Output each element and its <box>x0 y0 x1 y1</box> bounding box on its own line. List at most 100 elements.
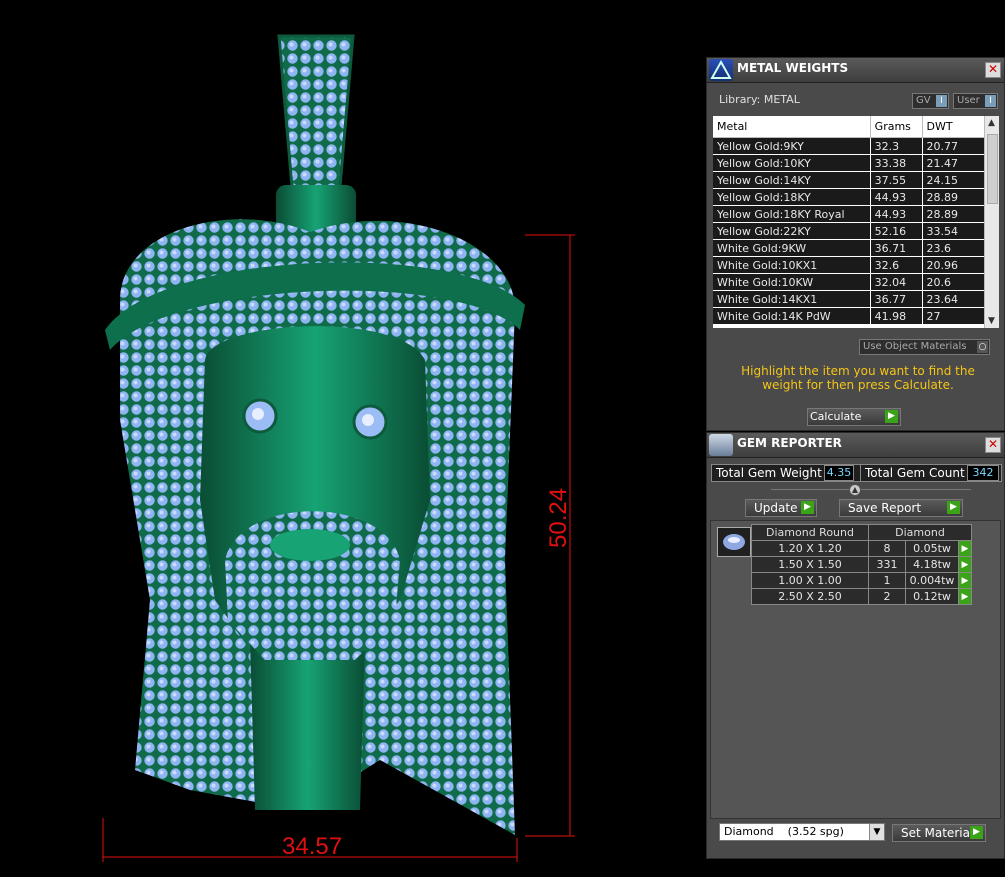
column-header-grams[interactable]: Grams <box>870 116 923 138</box>
play-icon[interactable]: ▶ <box>958 572 972 589</box>
dwt: 28.89 <box>922 205 986 223</box>
gem-weight: 0.004tw <box>905 572 959 589</box>
table-row[interactable]: 1.50 X 1.50 331 4.18tw ▶ <box>751 556 972 573</box>
grams: 41.98 <box>870 307 923 325</box>
table-row[interactable]: White Gold:14K PdW 41.98 27 <box>713 307 986 325</box>
table-row[interactable]: White Gold:14KX1 36.77 23.64 <box>713 290 986 308</box>
user-toggle[interactable]: User I <box>953 93 998 109</box>
metal-weights-panel: METAL WEIGHTS ✕ Library: METAL GV I User… <box>706 57 1005 431</box>
play-icon: ▶ <box>801 501 814 514</box>
scroll-down-icon[interactable]: ▼ <box>988 316 995 326</box>
gem-table[interactable]: Diamond Round Diamond 1.20 X 1.20 8 0.05tw… <box>751 524 972 605</box>
close-icon[interactable]: ✕ <box>985 437 1001 453</box>
column-header-dwt[interactable]: DWT <box>922 116 986 138</box>
gem-size: 1.20 X 1.20 <box>751 540 869 557</box>
diamond-round-thumbnail-icon <box>717 527 751 557</box>
3d-viewport[interactable]: 34.57 50.24 <box>0 0 700 874</box>
table-row[interactable]: White Gold:10KX1 32.6 20.96 <box>713 256 986 274</box>
play-icon[interactable]: ▶ <box>958 588 972 605</box>
play-icon[interactable]: ▶ <box>958 556 972 573</box>
collapse-icon[interactable]: ▲ <box>849 484 861 496</box>
metal-table[interactable]: Metal Grams DWT Yellow Gold:9KY 32.3 20.77… <box>713 116 999 328</box>
metal-name: Yellow Gold:22KY <box>713 222 871 240</box>
total-gem-count-value: 342 <box>967 465 999 481</box>
gem-weight: 4.18tw <box>905 556 959 573</box>
metal-weights-titlebar[interactable]: METAL WEIGHTS ✕ <box>707 58 1004 83</box>
dwt: 28.89 <box>922 188 986 206</box>
gem-reporter-titlebar[interactable]: GEM REPORTER ✕ <box>707 433 1004 458</box>
user-label: User <box>957 95 980 106</box>
gem-size: 2.50 X 2.50 <box>751 588 869 605</box>
table-row[interactable]: Yellow Gold:9KY 32.3 20.77 <box>713 137 986 155</box>
gem-reporter-title: GEM REPORTER <box>737 436 842 450</box>
dwt: 20.96 <box>922 256 986 274</box>
scroll-thumb[interactable] <box>987 134 998 204</box>
metal-name: White Gold:10KX1 <box>713 256 871 274</box>
update-button[interactable]: Update ▶ <box>745 499 817 517</box>
table-row[interactable]: 2.50 X 2.50 2 0.12tw ▶ <box>751 588 972 605</box>
hint-text: Highlight the item you want to find the … <box>741 364 975 392</box>
toggle-icon: I <box>985 95 996 107</box>
gem-reporter-panel: GEM REPORTER ✕ Total Gem Weight 4.35 Tot… <box>706 432 1005 859</box>
metal-name: White Gold:9KW <box>713 239 871 257</box>
update-label: Update <box>754 501 798 515</box>
dwt: 27 <box>922 307 986 325</box>
library-label: Library: METAL <box>719 93 800 106</box>
metal-name: Yellow Gold:10KY <box>713 154 871 172</box>
save-report-label: Save Report <box>848 501 922 515</box>
gem-count: 8 <box>868 540 906 557</box>
total-gem-weight-value: 4.35 <box>824 465 854 481</box>
play-icon[interactable]: ▶ <box>958 540 972 557</box>
dwt: 23.6 <box>922 239 986 257</box>
toggle-icon: I <box>936 95 947 107</box>
grams: 32.04 <box>870 273 923 291</box>
calculate-button[interactable]: Calculate ▶ <box>807 408 901 426</box>
set-material-button[interactable]: Set Material ▶ <box>892 824 986 842</box>
pendant-render <box>102 34 575 862</box>
metal-name: White Gold:14K PdW <box>713 307 871 325</box>
metal-name: Yellow Gold:18KY Royal <box>713 205 871 223</box>
grams: 36.71 <box>870 239 923 257</box>
table-row[interactable]: White Gold:9KW 36.71 23.6 <box>713 239 986 257</box>
material-select[interactable]: Diamond (3.52 spg) ▼ <box>719 823 885 841</box>
table-row[interactable]: Yellow Gold:10KY 33.38 21.47 <box>713 154 986 172</box>
panel-splitter[interactable] <box>771 489 971 490</box>
gv-toggle[interactable]: GV I <box>912 93 949 109</box>
metal-name: White Gold:14KX1 <box>713 290 871 308</box>
dwt: 20.6 <box>922 273 986 291</box>
play-icon: ▶ <box>885 410 898 423</box>
gem-size: 1.00 X 1.00 <box>751 572 869 589</box>
dwt: 20.77 <box>922 137 986 155</box>
column-header-metal[interactable]: Metal <box>713 116 871 138</box>
chevron-down-icon[interactable]: ▼ <box>869 824 884 840</box>
dwt: 33.54 <box>922 222 986 240</box>
gem-material-header: Diamond <box>868 524 972 541</box>
table-row[interactable]: 1.20 X 1.20 8 0.05tw ▶ <box>751 540 972 557</box>
table-row[interactable]: Yellow Gold:14KY 37.55 24.15 <box>713 171 986 189</box>
gem-reporter-icon <box>709 434 733 456</box>
use-object-materials-label: Use Object Materials <box>863 341 967 352</box>
gem-weight: 0.12tw <box>905 588 959 605</box>
use-object-materials-toggle[interactable]: Use Object Materials ○ <box>859 339 990 355</box>
dwt: 24.15 <box>922 171 986 189</box>
grams: 32.6 <box>870 256 923 274</box>
gem-count: 2 <box>868 588 906 605</box>
table-row[interactable]: White Gold:10KW 32.04 20.6 <box>713 273 986 291</box>
metal-name: Yellow Gold:14KY <box>713 171 871 189</box>
table-scrollbar[interactable]: ▲ ▼ <box>984 116 999 328</box>
table-row[interactable]: Yellow Gold:22KY 52.16 33.54 <box>713 222 986 240</box>
table-row[interactable]: Yellow Gold:18KY 44.93 28.89 <box>713 188 986 206</box>
play-icon: ▶ <box>970 826 983 839</box>
save-report-button[interactable]: Save Report ▶ <box>839 499 963 517</box>
table-row[interactable]: Yellow Gold:18KY Royal 44.93 28.89 <box>713 205 986 223</box>
play-icon: ▶ <box>947 501 960 514</box>
toggle-icon: ○ <box>977 341 988 353</box>
scroll-up-icon[interactable]: ▲ <box>988 118 995 128</box>
close-icon[interactable]: ✕ <box>985 62 1001 78</box>
grams: 44.93 <box>870 188 923 206</box>
height-dimension-label: 50.24 <box>545 487 572 548</box>
gem-size: 1.50 X 1.50 <box>751 556 869 573</box>
metal-name: White Gold:10KW <box>713 273 871 291</box>
table-row[interactable]: 1.00 X 1.00 1 0.004tw ▶ <box>751 572 972 589</box>
gem-weight: 0.05tw <box>905 540 959 557</box>
